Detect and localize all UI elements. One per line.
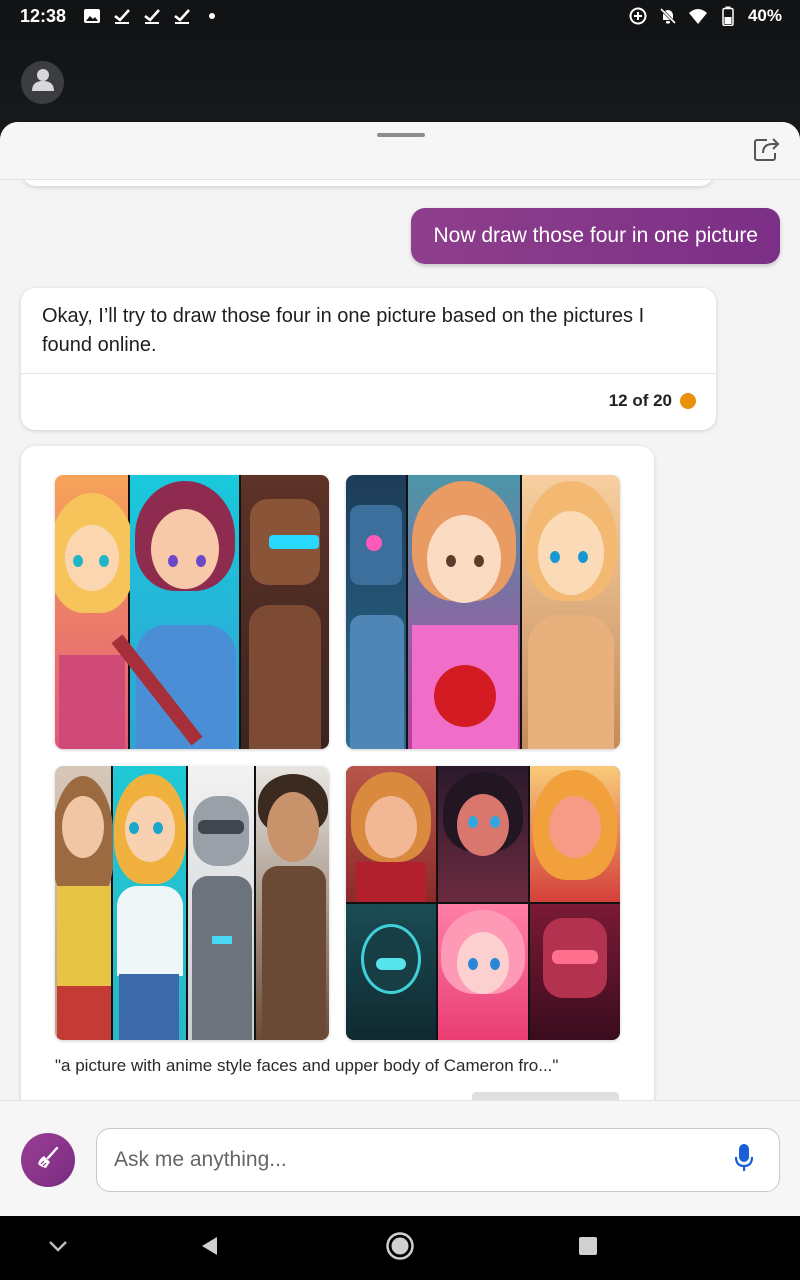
back-button[interactable]: [193, 1232, 225, 1264]
check-icon: [172, 6, 192, 26]
divider: [21, 373, 716, 374]
generated-image-2[interactable]: [346, 475, 620, 749]
system-nav-bar: [0, 1216, 800, 1280]
generated-image-4[interactable]: [346, 766, 620, 1040]
bot-message-card: Okay, I’ll try to draw those four in one…: [21, 288, 716, 430]
check-icon: [112, 6, 132, 26]
notification-icons: [82, 6, 222, 26]
image-caption: "a picture with anime style faces and up…: [55, 1056, 559, 1075]
bot-message-text: Okay, I’ll try to draw those four in one…: [42, 305, 645, 356]
status-time: 12:38: [20, 6, 67, 26]
new-topic-button[interactable]: [21, 1133, 75, 1187]
dot-icon: [202, 6, 222, 26]
share-icon: [753, 136, 781, 167]
composer: [0, 1100, 800, 1216]
chevron-down-icon: [48, 1239, 68, 1257]
wifi-icon: [688, 6, 708, 26]
app-backdrop: [0, 34, 800, 134]
turn-counter-label: 12 of 20: [608, 391, 672, 410]
generated-image-1[interactable]: [55, 475, 329, 749]
keyboard-hide-button[interactable]: [42, 1232, 74, 1264]
status-bar: 12:38 40%: [0, 0, 800, 34]
sheet-header: [0, 122, 800, 180]
turn-counter: 12 of 20: [609, 391, 696, 411]
image-result-card: "a picture with anime style faces and up…: [21, 446, 654, 1166]
battery-percent: 40%: [747, 6, 782, 25]
ask-input[interactable]: [96, 1128, 780, 1192]
person-icon: [31, 67, 55, 98]
data-saver-icon: [628, 6, 648, 26]
microphone-icon: [734, 1143, 754, 1178]
battery-icon: [718, 6, 738, 26]
share-button[interactable]: [752, 136, 782, 166]
system-icons: 40%: [628, 6, 782, 26]
turn-counter-dot: [680, 393, 696, 409]
back-icon: [199, 1235, 219, 1262]
home-button[interactable]: [384, 1231, 416, 1266]
recents-icon: [578, 1236, 598, 1261]
broom-icon: [35, 1145, 61, 1176]
generated-image-3[interactable]: [55, 766, 329, 1040]
bell-off-icon: [658, 6, 678, 26]
check-icon: [142, 6, 162, 26]
home-icon: [385, 1231, 415, 1266]
microphone-button[interactable]: [729, 1143, 759, 1178]
user-message: Now draw those four in one picture: [411, 208, 780, 264]
recents-button[interactable]: [572, 1232, 604, 1264]
avatar[interactable]: [21, 61, 64, 104]
chat-sheet: Now draw those four in one picture Okay,…: [0, 122, 800, 1216]
image-icon: [82, 6, 102, 26]
drag-handle[interactable]: [377, 133, 425, 137]
